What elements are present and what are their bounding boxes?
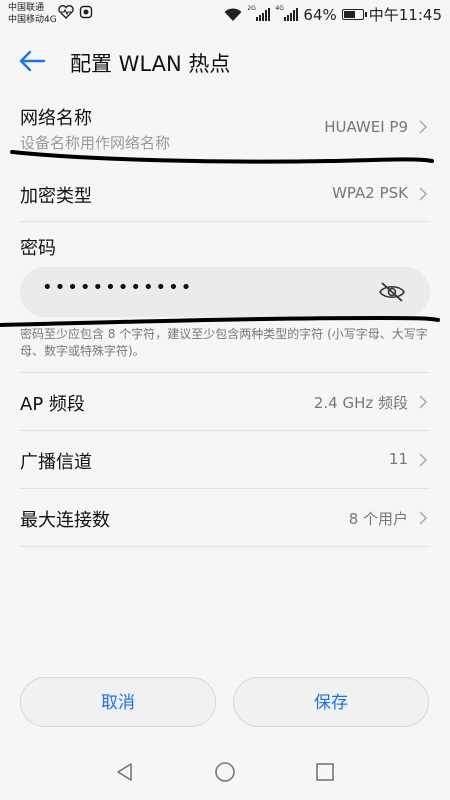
signal-icon-sim2: 4G	[275, 5, 299, 21]
chevron-right-icon	[419, 120, 428, 134]
divider	[20, 372, 430, 373]
network-name-value: HUAWEI P9	[324, 118, 408, 136]
ring-icon	[79, 5, 93, 19]
max-connections-value: 8 个用户	[348, 510, 408, 528]
eye-off-icon[interactable]	[378, 280, 406, 304]
clock: 中午11:45	[368, 6, 442, 24]
chevron-right-icon	[419, 395, 428, 409]
password-label: 密码	[20, 238, 56, 259]
app-header: 配置 WLAN 热点	[0, 36, 450, 86]
save-button[interactable]: 保存	[233, 677, 429, 727]
back-arrow-icon[interactable]	[16, 46, 50, 76]
nav-home-icon[interactable]	[214, 761, 236, 783]
channel-row[interactable]: 广播信道 11	[20, 436, 430, 486]
encryption-value: WPA2 PSK	[332, 184, 408, 202]
ap-band-value: 2.4 GHz 频段	[313, 394, 408, 412]
network-name-row[interactable]: 网络名称 设备名称用作网络名称 HUAWEI P9	[20, 100, 430, 160]
divider	[20, 488, 430, 489]
password-row: 密码	[20, 230, 430, 260]
system-nav-bar	[0, 745, 450, 800]
carrier-1: 中国联通	[8, 3, 45, 13]
page-title: 配置 WLAN 热点	[70, 52, 231, 76]
network-name-label: 网络名称	[20, 108, 92, 129]
battery-percent: 64%	[303, 5, 337, 24]
status-bar: 中国联通 中国移动4G 2G 4G 64% 中午11:45	[0, 0, 450, 30]
max-connections-row[interactable]: 最大连接数 8 个用户	[20, 494, 430, 544]
password-field[interactable]: ••••••••••••	[20, 267, 430, 317]
heart-rate-icon	[58, 5, 74, 19]
max-connections-label: 最大连接数	[20, 510, 110, 531]
divider	[20, 430, 430, 431]
carrier-info: 中国联通 中国移动4G	[8, 2, 57, 26]
carrier-2: 中国移动4G	[8, 15, 57, 25]
sim1-tag: 2G	[247, 5, 256, 12]
divider	[20, 546, 430, 547]
chevron-right-icon	[419, 511, 428, 525]
ap-band-row[interactable]: AP 频段 2.4 GHz 频段	[20, 378, 430, 428]
battery-icon	[341, 9, 367, 20]
cancel-button[interactable]: 取消	[20, 677, 216, 727]
password-value: ••••••••••••	[42, 277, 194, 298]
network-name-placeholder: 设备名称用作网络名称	[20, 134, 171, 152]
nav-back-icon[interactable]	[114, 761, 136, 783]
wifi-icon	[224, 7, 242, 21]
channel-label: 广播信道	[20, 452, 92, 473]
encryption-row[interactable]: 加密类型 WPA2 PSK	[20, 170, 430, 220]
signal-icon-sim1: 2G	[247, 5, 271, 21]
chevron-right-icon	[419, 187, 428, 201]
sim2-tag: 4G	[275, 5, 284, 12]
divider	[20, 221, 430, 222]
ap-band-label: AP 频段	[20, 394, 85, 415]
password-hint: 密码至少应包含 8 个字符，建议至少包含两种类型的字符 (小写字母、大写字母、数…	[20, 327, 428, 358]
nav-recents-icon[interactable]	[314, 761, 336, 783]
chevron-right-icon	[419, 453, 428, 467]
encryption-label: 加密类型	[20, 186, 92, 207]
channel-value: 11	[388, 450, 408, 468]
